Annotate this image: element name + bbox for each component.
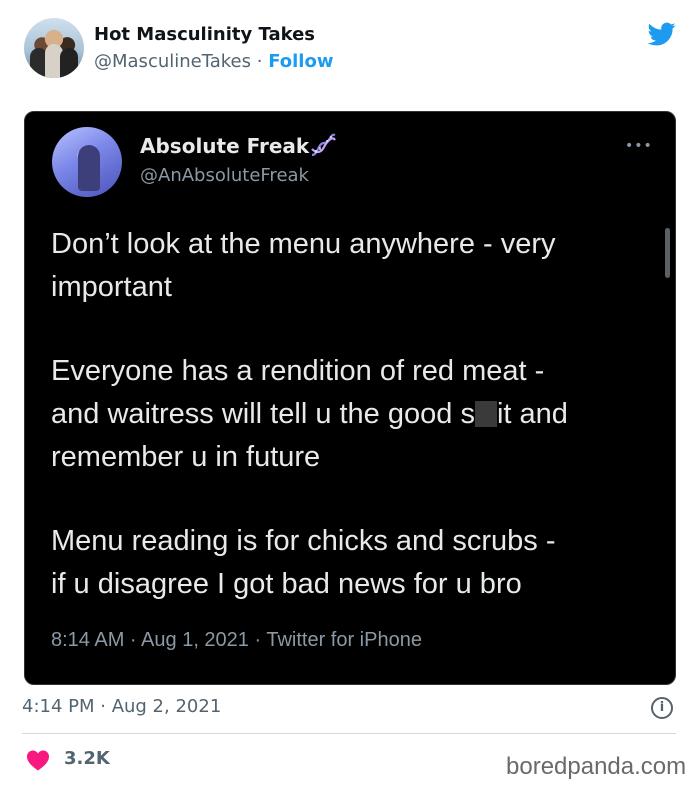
follow-button[interactable]: Follow (268, 51, 333, 72)
heart-icon[interactable] (26, 749, 50, 771)
tweet-paragraph-2-start: Everyone has a rendition of red meat - a… (51, 355, 545, 430)
scrollbar-thumb (665, 228, 670, 278)
tweet-paragraph-1: Don’t look at the menu anywhere - very i… (51, 228, 556, 303)
twitter-bird-icon[interactable] (645, 20, 679, 48)
more-options-icon: ••• (625, 138, 653, 154)
tweet-paragraph-3: Menu reading is for chicks and scrubs - … (51, 525, 556, 600)
account-handle-line: @MasculineTakes · Follow (94, 51, 333, 72)
account-avatar[interactable] (24, 18, 84, 78)
inner-tweet-text: Don’t look at the menu anywhere - very i… (51, 223, 661, 606)
censor-block (474, 401, 497, 427)
account-name[interactable]: Hot Masculinity Takes (94, 24, 315, 45)
account-handle[interactable]: @MasculineTakes (94, 51, 251, 72)
tweet-paragraph-2: Everyone has a rendition of red meat - a… (51, 350, 661, 479)
inner-tweet-author-name: Absolute Freak (140, 134, 310, 158)
divider (22, 733, 676, 734)
embedded-tweet-image[interactable]: Absolute Freak @AnAbsoluteFreak ••• Don’… (24, 111, 676, 685)
inner-tweet-meta: 8:14 AM · Aug 1, 2021 · Twitter for iPho… (51, 629, 422, 651)
inner-tweet-avatar (52, 127, 122, 197)
info-icon[interactable]: i (651, 697, 673, 719)
inner-tweet-handle: @AnAbsoluteFreak (140, 165, 309, 186)
tweet-timestamp[interactable]: 4:14 PM · Aug 2, 2021 (22, 696, 221, 717)
embed-header: Hot Masculinity Takes @MasculineTakes · … (0, 0, 700, 100)
watermark: boredpanda.com (506, 753, 687, 780)
handle-separator: · (251, 51, 269, 72)
like-count[interactable]: 3.2K (64, 748, 110, 769)
dna-icon (311, 133, 336, 157)
